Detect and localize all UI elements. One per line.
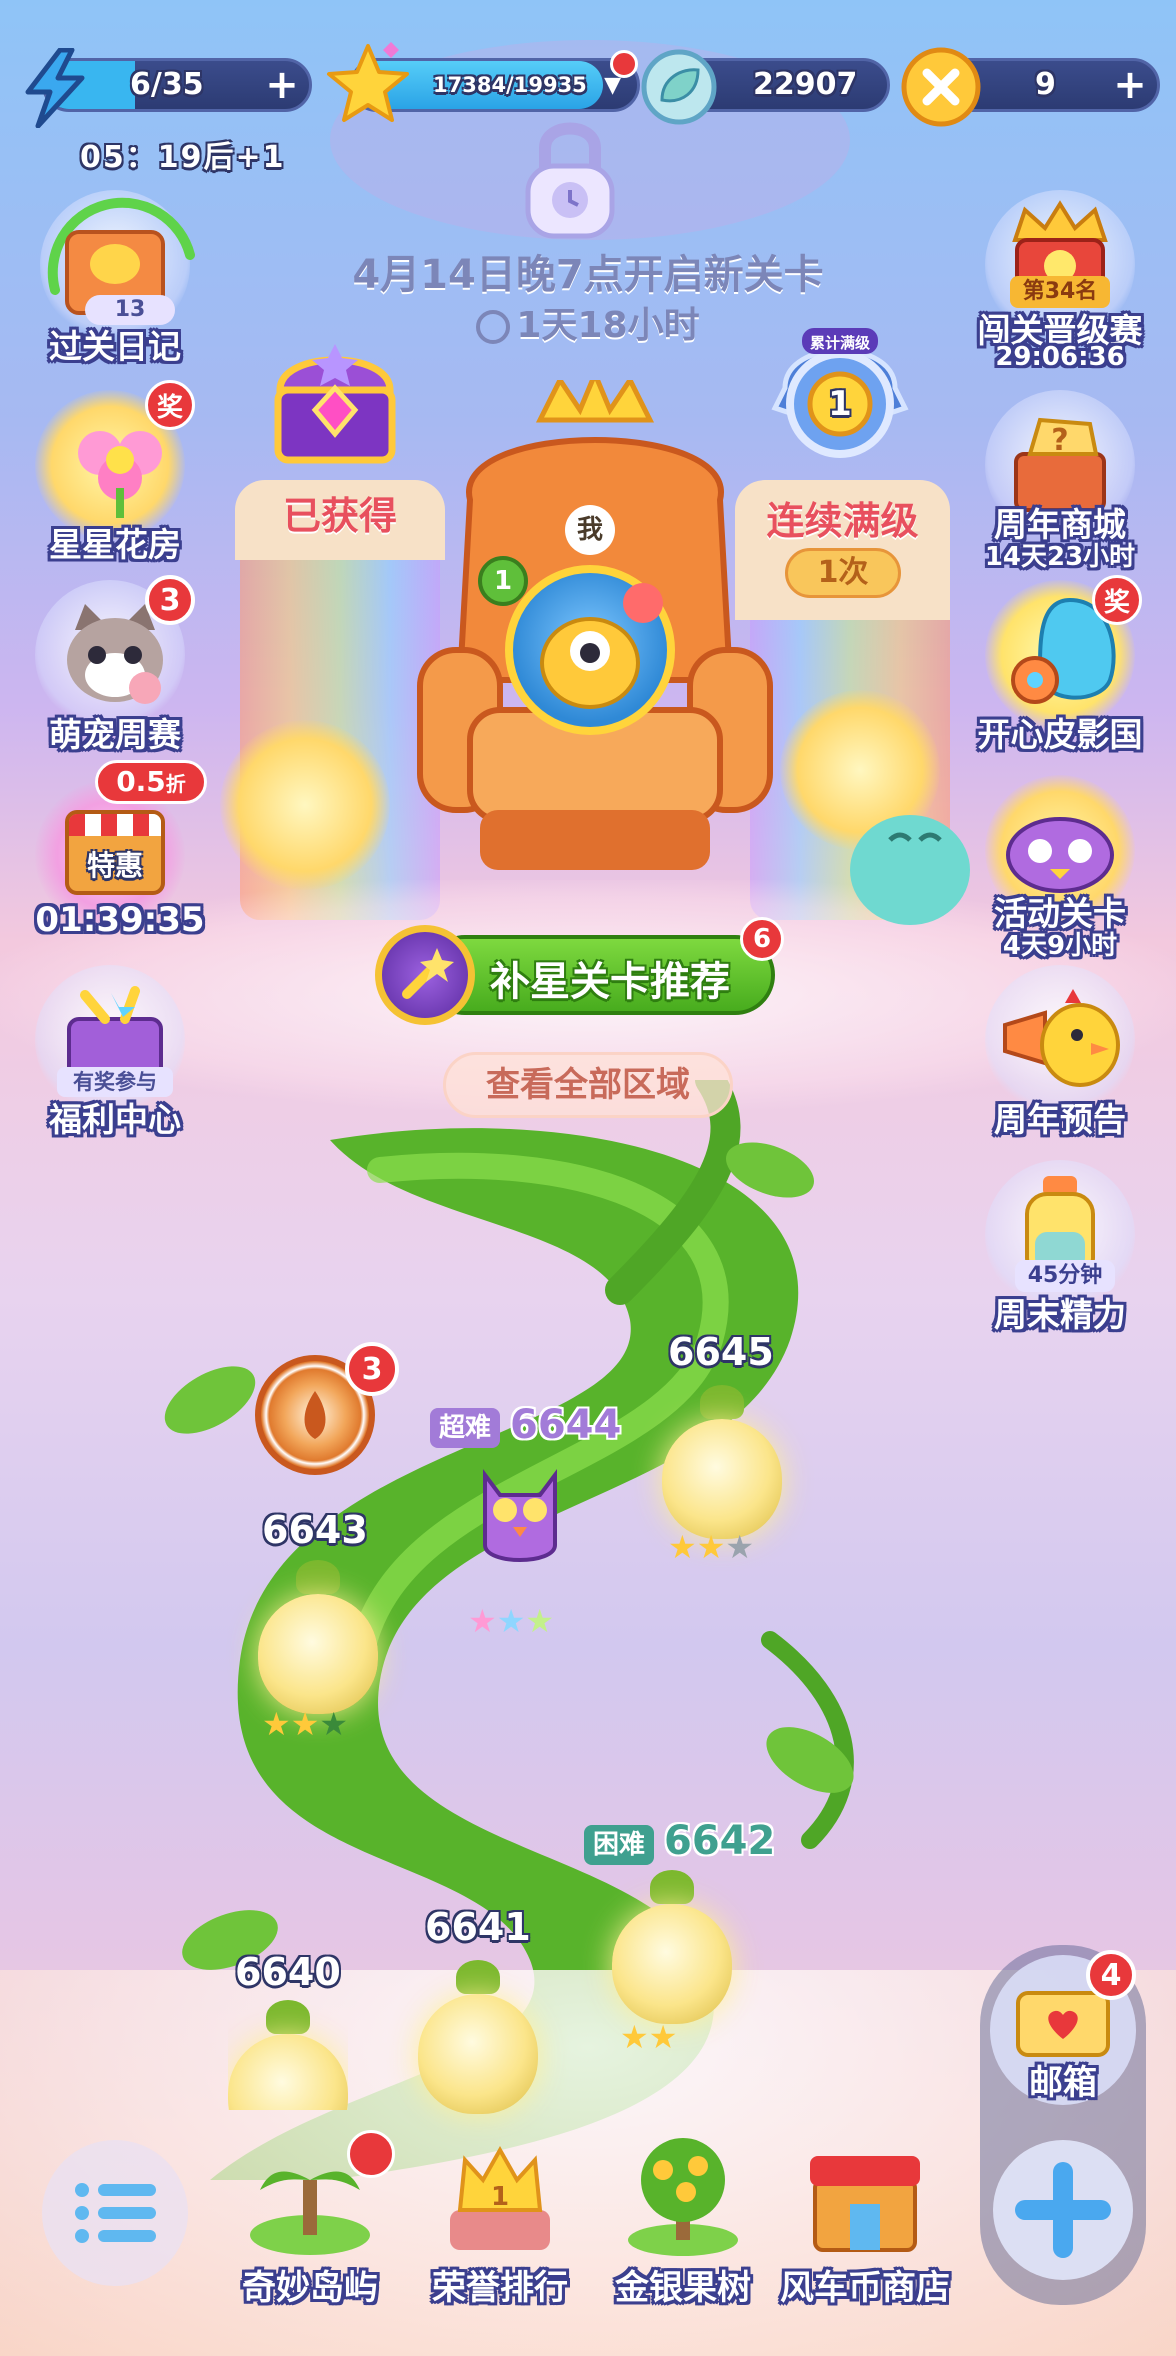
player-level-badge: 1 xyxy=(478,556,528,606)
level-node-6641[interactable] xyxy=(418,1960,538,2114)
clock-icon xyxy=(476,310,511,344)
left-button-label: 过关日记 xyxy=(49,327,181,366)
recommend-badge: 6 xyxy=(740,917,784,961)
cyan-creature xyxy=(850,815,970,925)
mailbox-label: 邮箱 xyxy=(1029,2063,1097,2103)
star-icon xyxy=(327,42,409,122)
star-recommend-button[interactable]: 补星关卡推荐 6 xyxy=(375,917,784,1025)
recommend-label: 补星关卡推荐 xyxy=(490,959,730,1005)
yellow-monster-icon xyxy=(540,583,663,709)
right-button-anniversary-mall[interactable]: ? 周年商城 14天23小时 xyxy=(970,390,1150,580)
lightning-icon xyxy=(25,48,85,128)
left-button-label: 星星花房 xyxy=(49,525,181,564)
nav-label: 金银果树 xyxy=(615,2268,751,2308)
chick-megaphone-icon xyxy=(1003,989,1120,1087)
level-number-6643: 6643 xyxy=(262,1508,368,1552)
left-badge-reward: 奖 xyxy=(145,380,195,430)
nav-label: 风车币商店 xyxy=(780,2268,950,2308)
crown-number: 1 xyxy=(490,2182,510,2212)
discount-badge: 0.5折 xyxy=(95,760,207,804)
plus-icon xyxy=(1015,2162,1111,2258)
player-avatar[interactable] xyxy=(505,565,675,735)
lock-icon xyxy=(525,122,615,239)
special-offer-timer: 01:39:35 xyxy=(35,900,205,940)
coins-plus-button[interactable]: + xyxy=(1107,62,1153,108)
left-badge-count: 3 xyxy=(145,575,195,625)
level-number-6644: 6644 xyxy=(510,1402,622,1448)
coins-value: 9 xyxy=(1035,67,1056,102)
right-button-timer: 14天23小时 xyxy=(984,542,1136,572)
unlock-title: 4月14日晚7点开启新关卡 xyxy=(352,252,824,298)
view-all-areas-button[interactable]: 查看全部区域 xyxy=(443,1052,733,1118)
nav-wonder-islands[interactable]: 奇妙岛屿 xyxy=(235,2130,395,2308)
expand-plus-button[interactable] xyxy=(993,2140,1133,2280)
left-button-clear-diary[interactable]: 13 过关日记 xyxy=(30,190,200,370)
coin-icon xyxy=(901,47,981,127)
purple-owl-level-6644[interactable] xyxy=(455,1455,585,1575)
level-node-6645[interactable] xyxy=(662,1385,782,1539)
leaf-gem-icon xyxy=(641,49,717,125)
right-pillar-count: 1次 xyxy=(785,548,901,598)
left-button-star-flower-house[interactable]: 奖 星星花房 xyxy=(30,380,200,570)
right-button-label: 周年预告 xyxy=(994,1100,1126,1139)
right-button-level-promotion[interactable]: 第34名 闯关晋级赛 29:06:36 xyxy=(970,190,1150,380)
left-button-special-offer[interactable]: 特惠 0.5折 01:39:35 xyxy=(25,760,215,950)
menu-list-button[interactable] xyxy=(42,2140,188,2286)
level-node-6640[interactable] xyxy=(228,2000,348,2110)
level-number-6645: 6645 xyxy=(668,1330,774,1374)
level-stars-6642: ★★ xyxy=(620,2018,678,2056)
stars-value: 17384/19935 xyxy=(433,73,587,97)
wheel-badge: 3 xyxy=(345,1342,399,1396)
level-number-6641: 6641 xyxy=(425,1905,531,1949)
energy-plus-button[interactable]: + xyxy=(259,62,305,108)
energy-timer: 05：19后+1 xyxy=(80,140,286,175)
glow-orb-left xyxy=(220,720,390,890)
nav-windmill-coin-shop[interactable]: 风车币商店 xyxy=(780,2130,950,2308)
magic-wand-icon xyxy=(375,925,475,1025)
nav-label: 奇妙岛屿 xyxy=(242,2268,378,2308)
right-button-event-levels[interactable]: 活动关卡 4天9小时 xyxy=(970,775,1150,965)
nav-notification-dot xyxy=(347,2130,395,2178)
purple-owl-icon xyxy=(1006,817,1114,893)
right-button-anniversary-preview[interactable]: 周年预告 xyxy=(970,965,1150,1145)
flower-icon xyxy=(78,431,162,518)
medal-number: 1 xyxy=(828,384,852,424)
left-button-label: 福利中心 xyxy=(49,1100,181,1139)
energy-value: 6/35 xyxy=(130,67,204,102)
right-badge-reward: 奖 xyxy=(1092,575,1142,625)
left-button-label: 萌宠周赛 xyxy=(49,715,181,754)
menu-list-icon xyxy=(75,2183,156,2243)
mailbox-badge: 4 xyxy=(1086,1950,1136,2000)
right-button-timer: 29:06:36 xyxy=(995,342,1125,372)
nav-honor-ranking[interactable]: 1 荣誉排行 xyxy=(425,2130,575,2308)
difficulty-tag-6644: 超难 xyxy=(430,1408,500,1448)
purple-chest-icon xyxy=(274,344,396,464)
right-button-weekend-energy[interactable]: 45分钟 周末精力 xyxy=(970,1160,1150,1340)
fruit-tree-icon xyxy=(628,2138,738,2256)
difficulty-tag-6642: 困难 xyxy=(584,1825,654,1865)
left-button-pet-weekly[interactable]: 3 萌宠周赛 xyxy=(30,575,200,760)
svg-text:?: ? xyxy=(1051,423,1068,458)
right-button-label: 开心皮影国 xyxy=(977,715,1143,754)
left-button-welfare-center[interactable]: 有奖参与 福利中心 xyxy=(30,965,200,1145)
level-number-6642: 6642 xyxy=(664,1818,776,1864)
right-button-label: 周末精力 xyxy=(994,1295,1126,1334)
me-label: 我 xyxy=(565,505,615,555)
level-stars-6643: ★★★ xyxy=(262,1705,349,1743)
unlock-countdown: 1天18小时 xyxy=(460,296,716,348)
nav-label: 荣誉排行 xyxy=(432,2268,568,2308)
level-node-6643[interactable] xyxy=(258,1560,378,1714)
shop-stall-icon: 特惠 xyxy=(65,810,165,895)
right-button-shadow-puppet-land[interactable]: 奖 开心皮影国 xyxy=(970,575,1150,760)
level-stars-6644: ★★★ xyxy=(468,1602,555,1640)
level-number-6640: 6640 xyxy=(235,1950,341,1994)
level-node-6642[interactable] xyxy=(612,1870,732,2024)
nav-gold-silver-tree[interactable]: 金银果树 xyxy=(608,2130,758,2308)
medal-tag: 累计满级 xyxy=(809,334,870,352)
shop-stall-icon xyxy=(810,2156,920,2252)
gems-value: 22907 xyxy=(753,67,858,102)
level-stars-6645: ★★★ xyxy=(668,1528,755,1566)
stars-notification-dot xyxy=(610,50,638,78)
